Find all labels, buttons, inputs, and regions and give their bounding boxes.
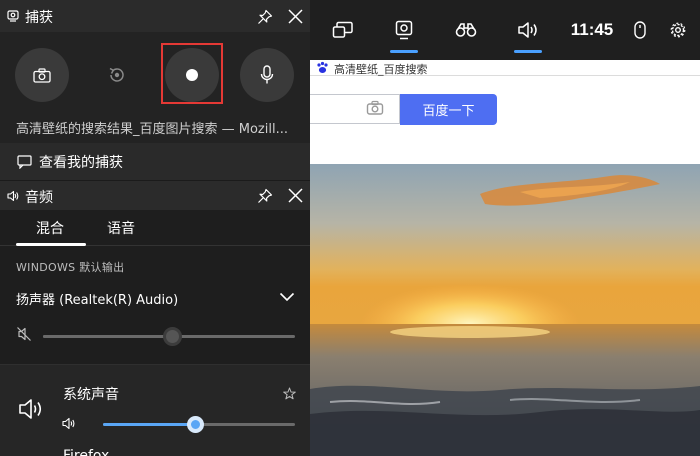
screenshot-button[interactable] bbox=[15, 48, 69, 102]
pin-icon[interactable] bbox=[257, 9, 273, 25]
app-volume-system-sounds: 系统声音 Firefox bbox=[0, 365, 310, 456]
binoculars-icon bbox=[455, 23, 477, 37]
master-volume-fill bbox=[43, 335, 172, 338]
audio-title: 音频 bbox=[25, 190, 53, 206]
speaker-icon bbox=[7, 190, 19, 202]
chevron-down-icon bbox=[279, 292, 295, 302]
output-device-dropdown[interactable]: 扬声器 (Realtek(R) Audio) bbox=[0, 281, 310, 311]
capture-button[interactable] bbox=[386, 0, 422, 60]
close-icon[interactable] bbox=[287, 187, 304, 204]
gallery-icon bbox=[17, 155, 32, 169]
pin-icon[interactable] bbox=[257, 188, 273, 204]
performance-button[interactable] bbox=[448, 0, 484, 60]
active-tab-indicator bbox=[16, 243, 86, 246]
mouse-icon bbox=[634, 21, 646, 39]
star-icon[interactable] bbox=[283, 387, 296, 400]
search-input[interactable] bbox=[310, 94, 400, 124]
record-last-button[interactable] bbox=[90, 48, 144, 102]
microphone-icon bbox=[260, 65, 274, 84]
gear-icon bbox=[670, 22, 686, 38]
camera-icon bbox=[33, 67, 51, 83]
default-output-label: WINDOWS 默认输出 bbox=[16, 261, 125, 274]
audio-header[interactable]: 音频 bbox=[0, 181, 310, 210]
close-icon[interactable] bbox=[287, 8, 304, 25]
sunset-wallpaper-image bbox=[310, 164, 700, 456]
audio-tabs: 混合 语音 bbox=[0, 210, 310, 246]
widget-menu-button[interactable] bbox=[326, 0, 360, 60]
speaker-small-icon[interactable] bbox=[62, 417, 76, 430]
muted-speaker-icon[interactable] bbox=[16, 326, 32, 342]
capture-icon bbox=[395, 20, 413, 40]
browser-tab[interactable]: 高清壁纸_百度搜索 bbox=[310, 60, 700, 76]
settings-button[interactable] bbox=[666, 0, 690, 60]
baidu-search-button[interactable]: 百度一下 bbox=[400, 94, 497, 125]
capture-icon bbox=[7, 10, 19, 22]
widget-menu-icon bbox=[332, 21, 353, 38]
capture-widget: 捕获 高清壁纸的搜索结果_百度图片搜索 — Mozill... 查看我的捕获 bbox=[0, 0, 310, 180]
mouse-settings-button[interactable] bbox=[628, 0, 652, 60]
audio-widget: 音频 混合 语音 WINDOWS 默认输出 扬声器 (Realtek(R) Au… bbox=[0, 181, 310, 456]
capture-header[interactable]: 捕获 bbox=[0, 0, 310, 32]
view-my-captures-link[interactable]: 查看我的捕获 bbox=[0, 143, 310, 180]
app-volume-fill bbox=[103, 423, 195, 426]
speaker-icon bbox=[518, 22, 537, 38]
recording-button-highlight bbox=[161, 43, 223, 104]
browser-tab-title: 高清壁纸_百度搜索 bbox=[334, 63, 428, 76]
game-bar-top: 11:45 bbox=[310, 0, 700, 60]
camera-search-icon[interactable] bbox=[366, 100, 384, 116]
tab-voice[interactable]: 语音 bbox=[107, 218, 135, 238]
app-volume-slider[interactable] bbox=[103, 416, 295, 433]
microphone-button[interactable] bbox=[240, 48, 294, 102]
record-last-30s-icon bbox=[109, 67, 124, 82]
capture-title: 捕获 bbox=[25, 10, 53, 26]
captured-window-title: 高清壁纸的搜索结果_百度图片搜索 — Mozill... bbox=[16, 122, 288, 137]
master-volume-slider[interactable] bbox=[43, 327, 295, 346]
master-volume-thumb[interactable] bbox=[162, 327, 182, 346]
app-name: Firefox bbox=[63, 448, 110, 456]
tab-mix[interactable]: 混合 bbox=[36, 218, 64, 238]
audio-button[interactable] bbox=[510, 0, 546, 60]
view-my-captures-label: 查看我的捕获 bbox=[39, 155, 123, 171]
clock-time: 11:45 bbox=[570, 20, 614, 39]
speaker-icon bbox=[19, 399, 42, 419]
baidu-paw-icon bbox=[317, 61, 328, 73]
app-name: 系统声音 bbox=[63, 387, 119, 403]
app-volume-thumb[interactable] bbox=[186, 416, 204, 433]
output-device-name: 扬声器 (Realtek(R) Audio) bbox=[16, 293, 179, 308]
browser-background: 高清壁纸_百度搜索 百度一下 bbox=[310, 0, 700, 456]
search-bar-area: 百度一下 bbox=[310, 76, 700, 164]
